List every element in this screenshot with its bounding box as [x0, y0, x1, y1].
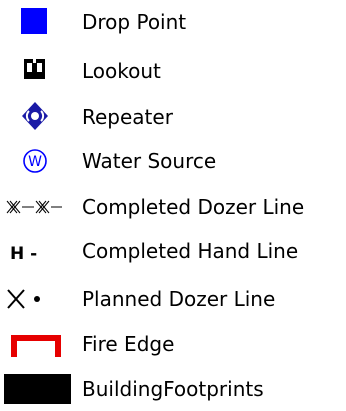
legend-item-water-source: W Water Source: [0, 139, 346, 183]
legend-item-completed-hand-line: H - Completed Hand Line: [0, 229, 346, 273]
legend-label-completed-dozer-line: Completed Dozer Line: [82, 195, 305, 219]
repeater-icon: [22, 102, 48, 130]
legend-label-building-footprints: BuildingFootprints: [82, 377, 264, 401]
drop-point-icon: [21, 8, 47, 34]
building-footprint-icon: [4, 374, 71, 404]
legend-label-water-source: Water Source: [82, 149, 217, 173]
hand-line-glyph: H -: [10, 244, 37, 264]
completed-hand-line-icon: H -: [10, 244, 37, 264]
map-legend: Drop Point Lookout Repeater W Water Sour…: [0, 0, 346, 409]
legend-item-building-footprints: BuildingFootprints: [0, 367, 346, 411]
legend-item-repeater: Repeater: [0, 95, 346, 139]
binoculars-icon: [24, 59, 45, 79]
legend-label-lookout: Lookout: [82, 59, 161, 83]
completed-dozer-line-icon: [6, 200, 62, 214]
water-source-icon: W: [23, 149, 47, 173]
legend-label-planned-dozer-line: Planned Dozer Line: [82, 287, 276, 311]
legend-item-planned-dozer-line: Planned Dozer Line: [0, 277, 346, 321]
legend-item-fire-edge: Fire Edge: [0, 322, 346, 366]
fire-edge-icon: [11, 335, 61, 357]
legend-label-drop-point: Drop Point: [82, 10, 187, 34]
legend-label-fire-edge: Fire Edge: [82, 332, 175, 356]
legend-item-drop-point: Drop Point: [0, 0, 346, 44]
legend-label-repeater: Repeater: [82, 105, 173, 129]
planned-dozer-line-icon: [7, 289, 40, 309]
water-source-letter: W: [28, 154, 42, 170]
legend-item-lookout: Lookout: [0, 49, 346, 93]
legend-label-completed-hand-line: Completed Hand Line: [82, 239, 299, 263]
legend-item-completed-dozer-line: Completed Dozer Line: [0, 185, 346, 229]
